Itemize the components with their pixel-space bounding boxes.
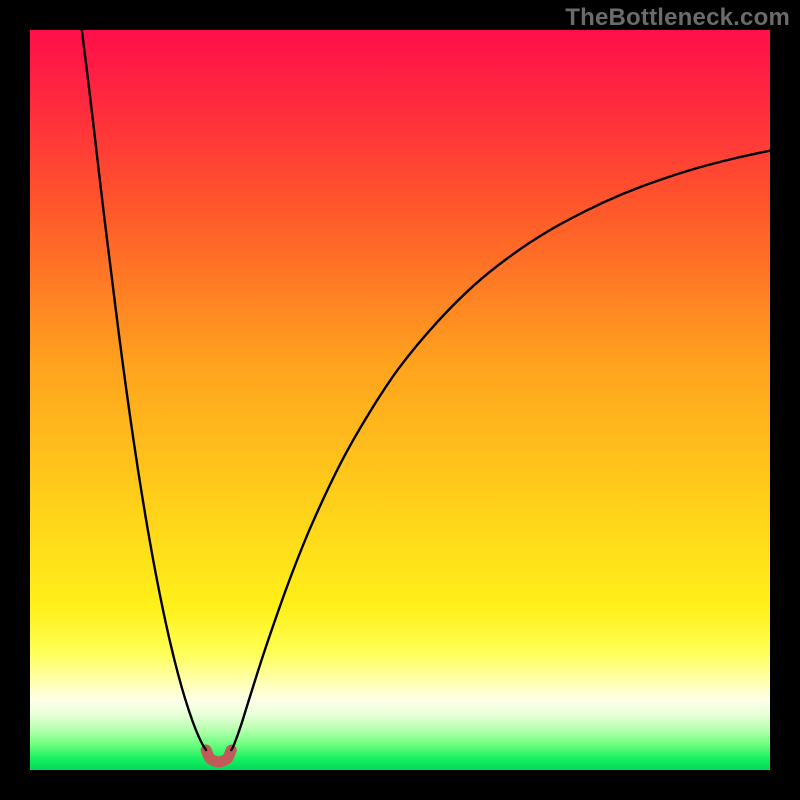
chart-background	[30, 30, 770, 770]
chart-plot	[30, 30, 770, 770]
watermark-text: TheBottleneck.com	[565, 4, 790, 32]
chart-container: TheBottleneck.com	[0, 0, 800, 800]
